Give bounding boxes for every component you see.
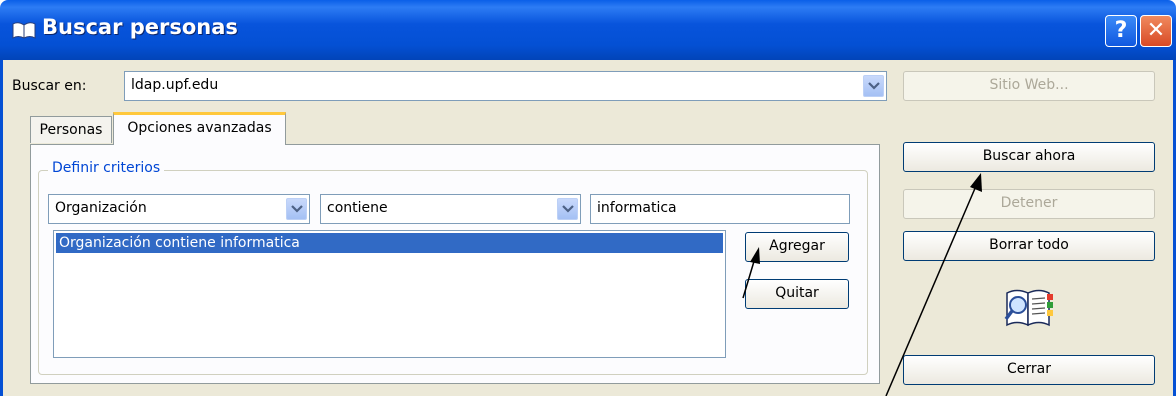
search-in-value: ldap.upf.edu bbox=[131, 77, 219, 93]
criteria-list[interactable]: Organización contiene informatica bbox=[53, 230, 726, 358]
chevron-down-icon[interactable] bbox=[557, 198, 578, 220]
clear-all-button[interactable]: Borrar todo bbox=[903, 231, 1155, 261]
criteria-text-input[interactable]: informatica bbox=[590, 194, 850, 224]
field-combo[interactable]: Organización bbox=[48, 194, 310, 224]
website-button[interactable]: Sitio Web... bbox=[903, 71, 1155, 101]
chevron-down-icon[interactable] bbox=[863, 75, 884, 97]
address-book-icon bbox=[12, 22, 36, 39]
title-bar[interactable]: Buscar personas ? ✕ bbox=[0, 0, 1176, 60]
criteria-text-value: informatica bbox=[597, 200, 677, 216]
search-book-icon bbox=[1004, 289, 1053, 327]
criteria-group-label: Definir criterios bbox=[48, 160, 165, 176]
field-value: Organización bbox=[55, 200, 147, 216]
stop-button[interactable]: Detener bbox=[903, 189, 1155, 219]
search-in-label: Buscar en: bbox=[12, 78, 87, 94]
close-window-button[interactable]: ✕ bbox=[1140, 15, 1172, 47]
tab-personas[interactable]: Personas bbox=[30, 116, 112, 143]
close-button[interactable]: Cerrar bbox=[903, 355, 1155, 385]
chevron-down-icon[interactable] bbox=[286, 198, 307, 220]
operator-combo[interactable]: contiene bbox=[320, 194, 581, 224]
search-in-combo[interactable]: ldap.upf.edu bbox=[124, 71, 887, 101]
list-item[interactable]: Organización contiene informatica bbox=[56, 233, 723, 253]
operator-value: contiene bbox=[327, 200, 388, 216]
remove-button[interactable]: Quitar bbox=[745, 279, 849, 309]
search-people-dialog: Buscar personas ? ✕ Buscar en: ldap.upf.… bbox=[0, 0, 1176, 396]
tab-advanced-options[interactable]: Opciones avanzadas bbox=[113, 112, 286, 145]
window-title: Buscar personas bbox=[42, 15, 238, 39]
search-now-button[interactable]: Buscar ahora bbox=[903, 142, 1155, 172]
add-button[interactable]: Agregar bbox=[745, 232, 849, 262]
help-button[interactable]: ? bbox=[1105, 15, 1137, 47]
